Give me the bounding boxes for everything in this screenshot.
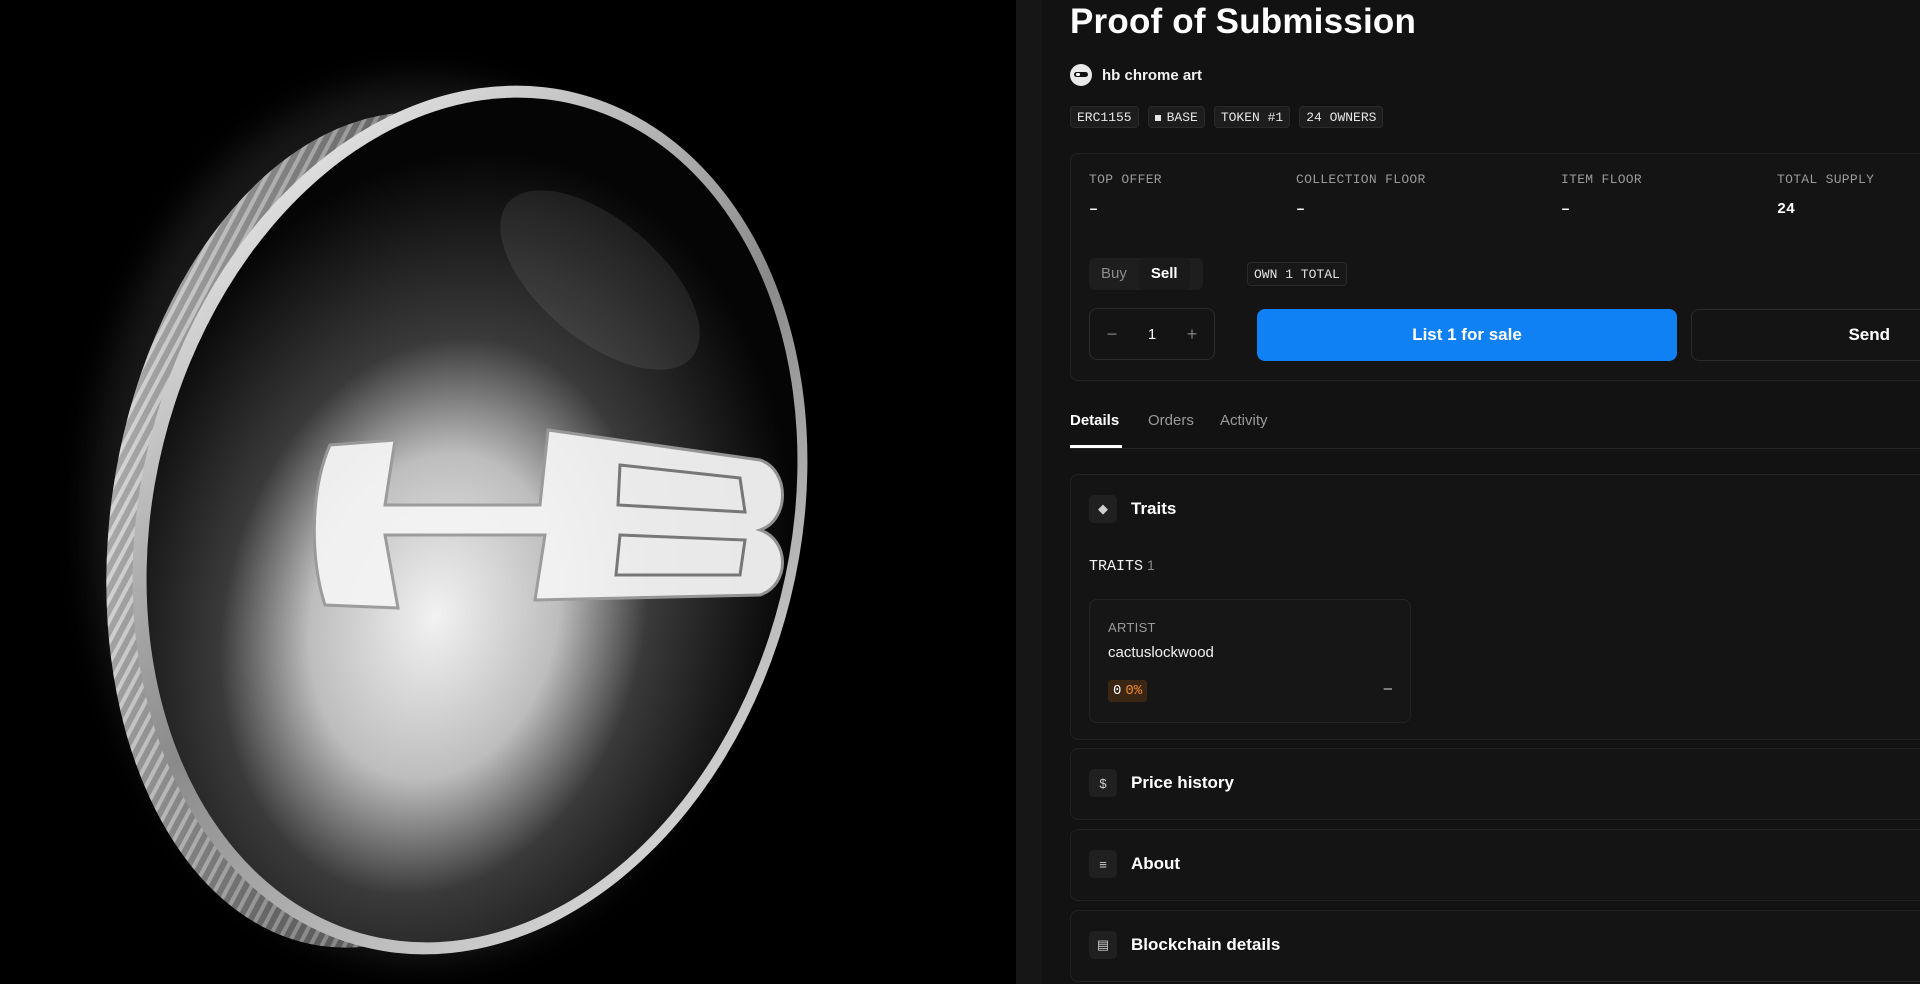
trait-card[interactable]: ARTIST cactuslockwood 0 0% – [1089,599,1411,723]
stat-top-offer: TOP OFFER – [1089,172,1162,218]
trait-stat-percent: 0% [1125,683,1143,699]
ownership-badge: OWN 1 TOTAL [1247,262,1347,286]
token-badge: TOKEN #1 [1213,106,1291,128]
active-tab-indicator [1070,445,1122,448]
price-history-section[interactable]: $ Price history [1070,748,1920,820]
stat-value: 24 [1777,201,1796,218]
traits-header[interactable]: ◆ Traits [1089,495,1176,523]
trait-rarity-pill: 0 0% [1108,680,1148,702]
decrement-button[interactable]: − [1104,324,1120,345]
stat-value: – [1296,201,1306,218]
stat-label: ITEM FLOOR [1561,172,1643,187]
stat-label: COLLECTION FLOOR [1296,172,1426,187]
chain-badge-label: BASE [1166,110,1198,125]
quantity-value[interactable]: 1 [1148,326,1156,343]
standard-badge: ERC1155 [1070,106,1139,128]
stat-label: TOTAL SUPPLY [1777,172,1875,187]
creator-link[interactable]: hb chrome art [1070,64,1202,86]
chrome-coin-image [0,0,1016,984]
tab-orders[interactable]: Orders [1148,412,1194,429]
price-history-title: Price history [1131,773,1234,792]
dollar-icon: $ [1089,769,1117,797]
buy-option[interactable]: Buy [1089,258,1139,290]
traits-title: Traits [1131,499,1177,518]
stat-item-floor: ITEM FLOOR – [1561,172,1642,218]
blockchain-icon: ▤ [1089,931,1117,959]
about-section[interactable]: ≡ About [1070,829,1920,901]
item-badges: ERC1155 BASE TOKEN #1 24 OWNERS [1070,106,1384,128]
diamond-icon: ◆ [1089,495,1117,523]
stat-value: – [1089,201,1099,218]
stat-collection-floor: COLLECTION FLOOR – [1296,172,1426,218]
chain-badge: BASE [1147,106,1205,128]
traits-count-label: TRAITS 1 [1089,557,1155,575]
sell-option[interactable]: Sell [1138,258,1190,290]
item-detail-panel: Proof of Submission hb chrome art ERC115… [1042,0,1920,984]
owners-badge[interactable]: 24 OWNERS [1299,106,1384,128]
stat-total-supply: TOTAL SUPPLY 24 [1777,172,1874,218]
stat-label: TOP OFFER [1089,172,1162,187]
chain-icon [1154,114,1161,121]
creator-avatar [1070,64,1092,86]
tab-activity[interactable]: Activity [1220,412,1268,429]
item-title: Proof of Submission [1070,2,1417,41]
creator-name: hb chrome art [1102,66,1203,84]
about-title: About [1131,854,1181,873]
tab-details[interactable]: Details [1070,412,1119,429]
trait-price: – [1383,680,1392,697]
traits-section: ◆ Traits TRAITS 1 ARTIST cactuslockwood 0… [1070,474,1920,740]
trait-stat-count: 0 [1113,683,1122,699]
traits-count: 1 [1147,557,1155,573]
price-history-header[interactable]: $ Price history [1089,769,1234,797]
stat-value: – [1561,201,1571,218]
buy-sell-toggle: Buy Sell [1089,258,1203,290]
item-media[interactable] [0,0,1016,984]
about-header[interactable]: ≡ About [1089,850,1180,878]
media-divider [1016,0,1042,984]
increment-button[interactable]: + [1184,324,1200,345]
list-for-sale-button[interactable]: List 1 for sale [1257,309,1677,361]
about-icon: ≡ [1089,850,1117,878]
trait-value: cactuslockwood [1108,644,1214,661]
quantity-stepper: − 1 + [1089,308,1215,360]
blockchain-details-section[interactable]: ▤ Blockchain details [1070,910,1920,982]
blockchain-details-header[interactable]: ▤ Blockchain details [1089,931,1280,959]
detail-tabs: Details Orders Activity [1070,412,1920,449]
blockchain-details-title: Blockchain details [1131,935,1281,954]
traits-label: TRAITS [1089,558,1144,575]
send-button[interactable]: Send [1691,309,1920,361]
trade-card: TOP OFFER – COLLECTION FLOOR – ITEM FLOO… [1070,153,1920,381]
trait-type: ARTIST [1108,620,1156,635]
